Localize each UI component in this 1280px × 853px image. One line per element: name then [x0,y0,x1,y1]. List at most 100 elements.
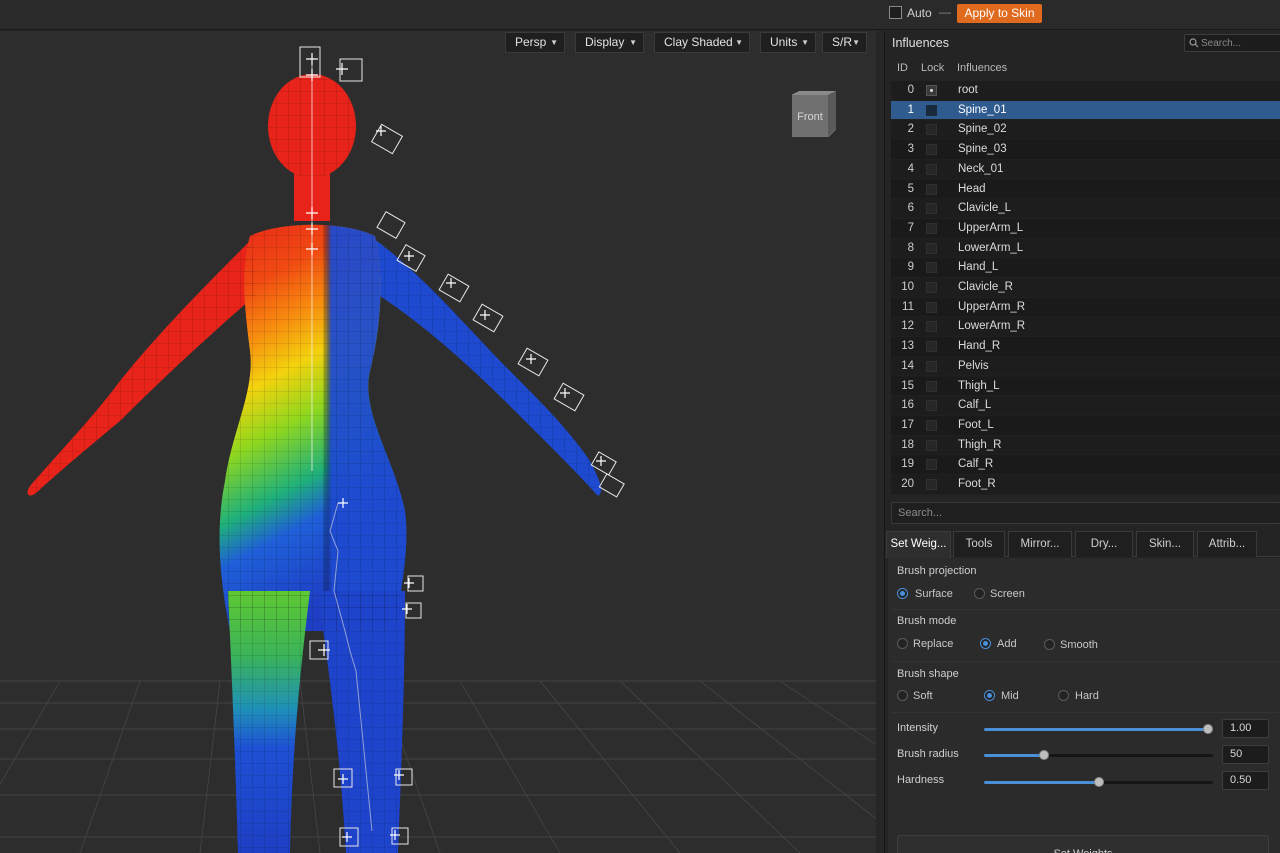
influence-row[interactable]: 7 UpperArm_L [891,218,1280,239]
lock-checkbox[interactable] [926,439,937,451]
auto-label: Auto [907,6,932,20]
influence-row[interactable]: 1 Spine_01 [891,100,1280,121]
influences-search[interactable] [1184,34,1280,52]
influence-row[interactable]: 18 Thigh_R [891,436,1280,456]
auto-checkbox[interactable] [889,6,902,19]
influence-name: Head [958,182,986,195]
lock-checkbox[interactable] [926,459,937,471]
radio-smooth[interactable] [1044,639,1055,650]
influence-id: 18 [901,438,914,451]
influence-row[interactable]: 20 Foot_R [891,475,1280,495]
lock-checkbox[interactable] [926,222,937,234]
radio-surface[interactable] [897,588,908,599]
influence-row[interactable]: 15 Thigh_L [891,376,1280,397]
radio-soft[interactable] [897,690,908,701]
intensity-value-field[interactable]: 1.00 [1222,719,1269,738]
radio-screen[interactable] [974,588,985,599]
influence-name: root [958,84,978,96]
radio-add[interactable] [980,638,991,649]
tab-dry[interactable]: Dry... [1075,531,1133,557]
influence-name: Thigh_L [958,379,1000,392]
3d-viewport[interactable]: Front Persp ▼ Display ▼ Clay Shaded ▼ Units… [0,31,876,853]
lock-checkbox[interactable] [926,85,937,96]
influences-list: 0 root 1 Spine_01 2 Spine_02 3 Spine_03 4 Neck_01… [891,81,1280,495]
lock-checkbox[interactable] [926,124,937,136]
tab-mirror[interactable]: Mirror... [1008,531,1072,557]
lock-checkbox[interactable] [926,400,937,412]
lock-checkbox[interactable] [926,282,937,293]
influence-row[interactable]: 6 Clavicle_L [891,199,1280,219]
display-menu[interactable]: Display ▼ [575,32,644,53]
influence-id: 0 [907,84,914,96]
lock-checkbox[interactable] [926,144,937,156]
influence-row[interactable]: 0 root [891,81,1280,101]
influence-row[interactable]: 5 Head [891,179,1280,200]
influence-row[interactable]: 9 Hand_L [891,258,1280,278]
influence-row[interactable]: 13 Hand_R [891,337,1280,357]
tab-set-weights[interactable]: Set Weig... [886,531,951,558]
influences-search-input[interactable] [1201,36,1279,50]
influence-row[interactable]: 19 Calf_R [891,455,1280,475]
tab-skin[interactable]: Skin... [1136,531,1194,557]
lock-checkbox[interactable] [926,419,937,431]
view-cube[interactable]: Front [792,91,836,137]
units-menu[interactable]: Units ▼ [760,32,816,53]
lock-checkbox[interactable] [926,104,937,116]
influence-row[interactable]: 3 Spine_03 [891,140,1280,160]
lock-checkbox[interactable] [926,203,937,215]
influence-row[interactable]: 10 Clavicle_R [891,278,1280,298]
viewport-scene[interactable] [0,31,876,853]
lock-checkbox[interactable] [926,183,937,195]
influence-row[interactable]: 8 LowerArm_L [891,239,1280,259]
list-search-input[interactable] [898,505,1268,521]
header-influences: Influences [957,62,1008,74]
radio-soft-label: Soft [913,690,933,702]
floor-grid [0,680,876,853]
lock-checkbox[interactable] [926,479,937,490]
shading-menu[interactable]: Clay Shaded ▼ [654,32,750,53]
slider-handle[interactable] [1094,777,1104,787]
hardness-value-field[interactable]: 0.50 [1222,771,1269,790]
lock-checkbox[interactable] [926,262,937,274]
camera-menu-label: Persp [515,35,547,49]
slider-handle[interactable] [1203,724,1213,734]
lock-checkbox[interactable] [926,301,937,313]
sr-menu-label: S/R [832,35,853,49]
lock-checkbox[interactable] [926,341,937,353]
camera-menu[interactable]: Persp ▼ [505,32,565,53]
influence-name: Hand_L [958,261,999,274]
list-search[interactable] [891,502,1280,524]
set-weights-button[interactable]: Set Weights [897,835,1269,853]
influence-name: Clavicle_R [958,281,1013,293]
radio-replace[interactable] [897,638,908,649]
brush-projection-label: Brush projection [897,565,977,577]
influence-id: 20 [901,478,914,490]
lock-checkbox[interactable] [926,163,937,175]
influence-id: 2 [907,123,914,136]
lock-checkbox[interactable] [926,242,937,254]
radio-hard[interactable] [1058,690,1069,701]
influence-row[interactable]: 12 LowerArm_R [891,317,1280,338]
influence-row[interactable]: 17 Foot_L [891,415,1280,436]
tool-tabs: Set Weig... Tools Mirror... Dry... Skin.… [885,531,1280,558]
intensity-slider[interactable] [984,724,1213,734]
slider-handle[interactable] [1039,750,1049,760]
radio-add-label: Add [997,638,1017,650]
radio-mid[interactable] [984,690,995,701]
influence-row[interactable]: 11 UpperArm_R [891,297,1280,318]
hardness-slider[interactable] [984,777,1213,787]
brush-radius-value-field[interactable]: 50 [1222,745,1269,764]
influence-row[interactable]: 16 Calf_L [891,396,1280,416]
influence-row[interactable]: 4 Neck_01 [891,160,1280,180]
influence-name: Spine_01 [958,103,1007,116]
tab-tools[interactable]: Tools [953,531,1005,557]
apply-to-skin-button[interactable]: Apply to Skin [957,4,1042,23]
influence-row[interactable]: 14 Pelvis [891,357,1280,377]
sr-menu[interactable]: S/R ▼ [822,32,867,53]
lock-checkbox[interactable] [926,321,937,333]
tab-attributes[interactable]: Attrib... [1197,531,1257,557]
lock-checkbox[interactable] [926,380,937,392]
lock-checkbox[interactable] [926,360,937,372]
brush-radius-slider[interactable] [984,750,1213,760]
influence-row[interactable]: 2 Spine_02 [891,120,1280,141]
